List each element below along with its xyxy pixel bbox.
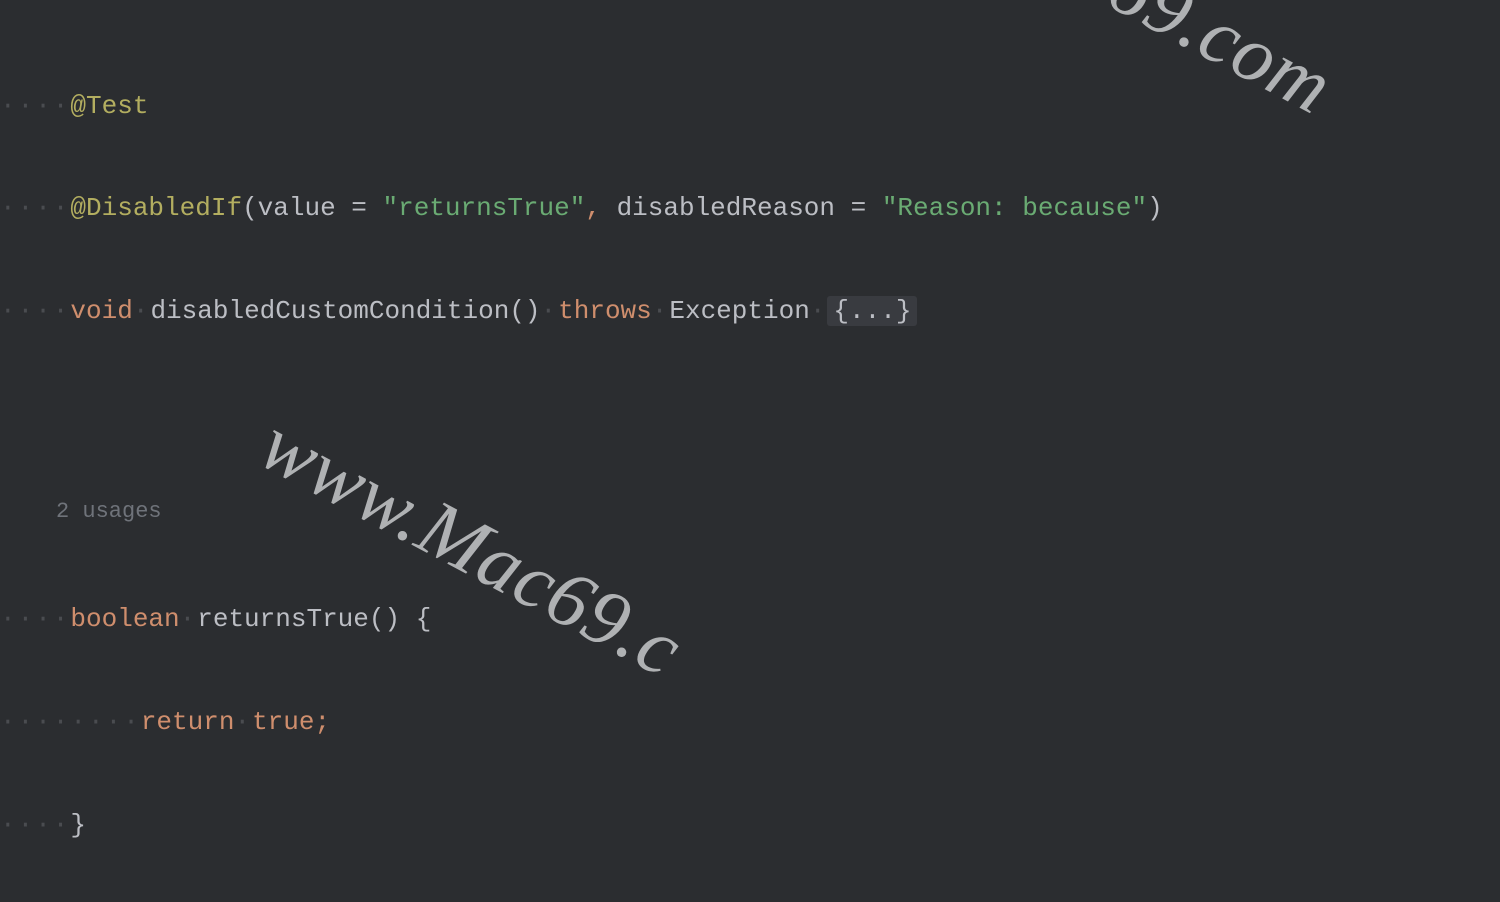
param-value: value bbox=[258, 193, 336, 223]
annotation-test: @Test bbox=[70, 91, 148, 121]
usages-hint[interactable]: 2 usages bbox=[0, 491, 1500, 543]
param-disabled-reason: disabledReason bbox=[617, 193, 835, 223]
indent-guide: ···· bbox=[0, 193, 70, 223]
space bbox=[400, 604, 416, 634]
space-dot: · bbox=[810, 296, 828, 326]
space-dot: · bbox=[180, 604, 198, 634]
indent-guide: ···· bbox=[0, 810, 70, 840]
keyword-boolean: boolean bbox=[70, 604, 179, 634]
space-dot: · bbox=[234, 707, 252, 737]
code-line[interactable]: ····@Test bbox=[0, 81, 1500, 133]
method-name: disabledCustomCondition bbox=[150, 296, 509, 326]
code-line[interactable]: ····@DisabledIf(value = "returnsTrue", d… bbox=[0, 183, 1500, 235]
string-literal: "Reason: because" bbox=[882, 193, 1147, 223]
keyword-throws: throws bbox=[558, 296, 652, 326]
space bbox=[601, 193, 617, 223]
code-line[interactable]: ····void·disabledCustomCondition()·throw… bbox=[0, 286, 1500, 338]
folded-region[interactable]: {...} bbox=[827, 296, 917, 326]
equals: = bbox=[336, 193, 383, 223]
annotation-disabledif: @DisabledIf bbox=[70, 193, 242, 223]
code-line[interactable]: ········return·true; bbox=[0, 697, 1500, 749]
indent-guide: ···· bbox=[0, 91, 70, 121]
paren-close: ) bbox=[1147, 193, 1163, 223]
comma: , bbox=[585, 193, 601, 223]
space-dot: · bbox=[541, 296, 559, 326]
keyword-void: void bbox=[70, 296, 132, 326]
code-editor[interactable]: ····@Test ····@DisabledIf(value = "retur… bbox=[0, 0, 1500, 902]
method-name: returnsTrue bbox=[197, 604, 369, 634]
exception-type: Exception bbox=[669, 296, 809, 326]
keyword-true: true bbox=[252, 707, 314, 737]
parens: () bbox=[509, 296, 540, 326]
brace-close: } bbox=[70, 810, 86, 840]
indent-guide: ········ bbox=[0, 707, 141, 737]
space-dot: · bbox=[652, 296, 670, 326]
equals: = bbox=[835, 193, 882, 223]
space-dot: · bbox=[133, 296, 151, 326]
code-line[interactable]: ····} bbox=[0, 800, 1500, 852]
blank-line bbox=[0, 389, 1500, 441]
brace-open: { bbox=[416, 604, 432, 634]
indent-guide: ···· bbox=[0, 296, 70, 326]
code-line[interactable]: ····boolean·returnsTrue() { bbox=[0, 594, 1500, 646]
semicolon: ; bbox=[314, 707, 330, 737]
paren-open: ( bbox=[242, 193, 258, 223]
indent-guide: ···· bbox=[0, 604, 70, 634]
parens: () bbox=[369, 604, 400, 634]
keyword-return: return bbox=[141, 707, 235, 737]
string-literal: "returnsTrue" bbox=[383, 193, 586, 223]
